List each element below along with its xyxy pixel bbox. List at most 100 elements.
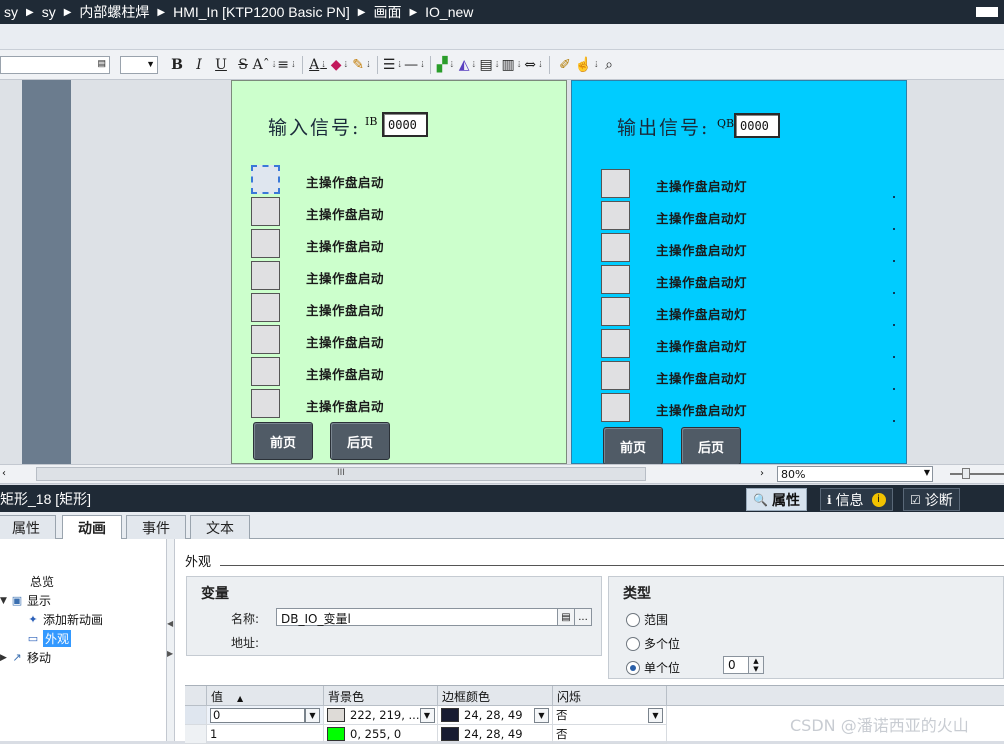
align-icon[interactable]: ≡ ⇣	[276, 54, 298, 76]
tree-item-display[interactable]: ▼ ▣ 显示	[0, 592, 51, 609]
output-indicator-box[interactable]	[601, 329, 630, 358]
radio-multiple-bits[interactable]: 多个位	[626, 635, 680, 652]
table-cell-value[interactable]: 0 ▼	[207, 706, 324, 725]
input-indicator-box[interactable]	[251, 325, 280, 354]
table-cell-background[interactable]: 222, 219, ... ▼	[324, 706, 438, 725]
spinner-icon[interactable]: ▲ ▼	[748, 656, 764, 674]
scroll-thumb[interactable]: III	[36, 467, 646, 481]
tree-item-overview[interactable]: 总览	[30, 573, 54, 590]
italic-button[interactable]: I	[188, 54, 210, 76]
header-border-color[interactable]: 边框颜色	[438, 686, 553, 706]
output-indicator-box[interactable]	[601, 265, 630, 294]
spacing-icon[interactable]: ⇔ ⇣	[523, 54, 545, 76]
table-cell-blink[interactable]: 否 ▼	[553, 706, 667, 725]
output-indicator-box[interactable]	[601, 361, 630, 390]
collapse-arrow-icon[interactable]: ◀	[167, 619, 173, 628]
font-color-button[interactable]: A ⇣	[307, 54, 329, 76]
zoom-slider-thumb[interactable]	[962, 468, 970, 479]
line-color-icon[interactable]: ✎ ⇣	[351, 54, 373, 76]
output-signal-panel[interactable]: 输出信号: QB 0000 主操作盘启动灯 主操作盘启动灯 主操作盘启动灯 主操…	[571, 80, 907, 464]
breadcrumb-item[interactable]: sy	[0, 4, 22, 20]
expand-arrow-icon[interactable]: ▶	[167, 649, 173, 658]
radio-single-bit[interactable]: 单个位	[626, 659, 680, 676]
input-indicator-box[interactable]	[251, 229, 280, 258]
tree-item-add-animation[interactable]: ✦ 添加新动画	[26, 611, 103, 628]
bold-button[interactable]: B	[166, 54, 188, 76]
hand-icon[interactable]: ☝ ⇣	[574, 54, 599, 76]
bit-number-input[interactable]: 0	[723, 656, 749, 674]
input-indicator-box[interactable]	[251, 165, 280, 194]
subtab-properties[interactable]: 属性	[0, 515, 56, 539]
font-size-icon[interactable]: Aˆ ⇣	[253, 54, 278, 76]
table-cell-border[interactable]: 24, 28, 49	[438, 725, 553, 744]
font-size-select[interactable]: ▼	[120, 55, 158, 74]
distribute-icon[interactable]: ▥ ⇣	[501, 54, 523, 76]
line-weight-icon[interactable]: — ⇣	[404, 54, 426, 76]
input-indicator-box[interactable]	[251, 261, 280, 290]
chevron-down-icon[interactable]: ▼	[419, 707, 435, 723]
align-objects-icon[interactable]: ▤ ⇣	[479, 54, 501, 76]
fill-color-icon[interactable]: ◆ ⇣	[329, 54, 351, 76]
panel-splitter[interactable]: ◀ ▶	[167, 539, 175, 741]
output-indicator-box[interactable]	[601, 297, 630, 326]
variable-name-input[interactable]: DB_IO_变量l	[276, 608, 558, 626]
breadcrumb-item[interactable]: 内部螺柱焊	[75, 2, 153, 22]
table-cell-border[interactable]: 24, 28, 49 ▼	[438, 706, 553, 725]
expand-arrow-icon[interactable]: ▶	[0, 653, 10, 663]
output-indicator-box[interactable]	[601, 393, 630, 422]
breadcrumb-item[interactable]: sy	[38, 4, 60, 20]
input-byte-field[interactable]: 0000	[382, 112, 428, 137]
scroll-right-icon[interactable]: ›	[760, 468, 764, 479]
underline-button[interactable]: U	[210, 54, 232, 76]
output-indicator-box[interactable]	[601, 201, 630, 230]
table-cell-background[interactable]: 0, 255, 0	[324, 725, 438, 744]
line-style-icon[interactable]: ☰ ⇣	[382, 54, 404, 76]
minimize-icon[interactable]	[976, 7, 998, 17]
input-indicator-box[interactable]	[251, 293, 280, 322]
zoom-icon[interactable]: ⌕	[598, 54, 620, 76]
value-input[interactable]: 0	[210, 707, 305, 723]
subtab-text[interactable]: 文本	[190, 515, 250, 539]
header-value[interactable]: 值 ▲	[207, 686, 324, 706]
breadcrumb-item[interactable]: HMI_In [KTP1200 Basic PN]	[169, 4, 354, 20]
scroll-left-icon[interactable]: ‹	[2, 468, 6, 479]
header-blink[interactable]: 闪烁	[553, 686, 667, 706]
output-prev-page-button[interactable]: 前页	[603, 427, 663, 464]
breadcrumb-item[interactable]: IO_new	[421, 4, 477, 20]
input-indicator-box[interactable]	[251, 197, 280, 226]
tab-info[interactable]: ℹ 信息 i	[820, 488, 893, 511]
output-byte-field[interactable]: 0000	[734, 113, 780, 138]
header-background-color[interactable]: 背景色	[324, 686, 438, 706]
input-indicator-box[interactable]	[251, 389, 280, 418]
canvas-scrollbar[interactable]: ‹ III › 80% ▼	[0, 464, 1004, 484]
browse-button[interactable]: ...	[574, 608, 592, 626]
subtab-animation[interactable]: 动画	[62, 515, 122, 540]
tab-properties[interactable]: 🔍 属性	[746, 488, 807, 511]
zoom-select[interactable]: 80% ▼	[777, 466, 933, 482]
radio-range[interactable]: 范围	[626, 611, 668, 628]
screen-canvas[interactable]: 输入信号: IB 0000 主操作盘启动 主操作盘启动 主操作盘启动 主操作盘启…	[0, 80, 1004, 464]
row-selector[interactable]	[185, 725, 207, 744]
output-indicator-box[interactable]	[601, 233, 630, 262]
chevron-down-icon[interactable]: ▼	[648, 707, 663, 723]
output-indicator-box[interactable]	[601, 169, 630, 198]
input-next-page-button[interactable]: 后页	[330, 422, 390, 460]
zoom-slider[interactable]	[950, 473, 1004, 475]
tab-diagnostics[interactable]: ☑ 诊断	[903, 488, 960, 511]
input-indicator-box[interactable]	[251, 357, 280, 386]
table-cell-blink[interactable]: 否	[553, 725, 667, 744]
list-icon[interactable]: ▤	[557, 608, 575, 626]
tree-item-appearance[interactable]: ▭ 外观	[26, 630, 72, 647]
tree-item-movement[interactable]: ▶ ↗ 移动	[0, 649, 51, 666]
chevron-down-icon[interactable]: ▼	[305, 707, 320, 723]
table-cell-value[interactable]: 1	[207, 725, 324, 744]
expand-arrow-icon[interactable]: ▼	[0, 596, 10, 606]
bring-front-icon[interactable]: ▞ ⇣	[435, 54, 457, 76]
chevron-down-icon[interactable]: ▼	[534, 707, 549, 723]
strikethrough-button[interactable]: S	[232, 54, 254, 76]
breadcrumb-item[interactable]: 画面	[369, 2, 405, 22]
rotate-icon[interactable]: ◭ ⇣	[457, 54, 479, 76]
format-painter-icon[interactable]: ✐	[554, 54, 576, 76]
row-selector[interactable]	[185, 706, 207, 725]
font-name-select[interactable]: ▤	[0, 55, 110, 74]
